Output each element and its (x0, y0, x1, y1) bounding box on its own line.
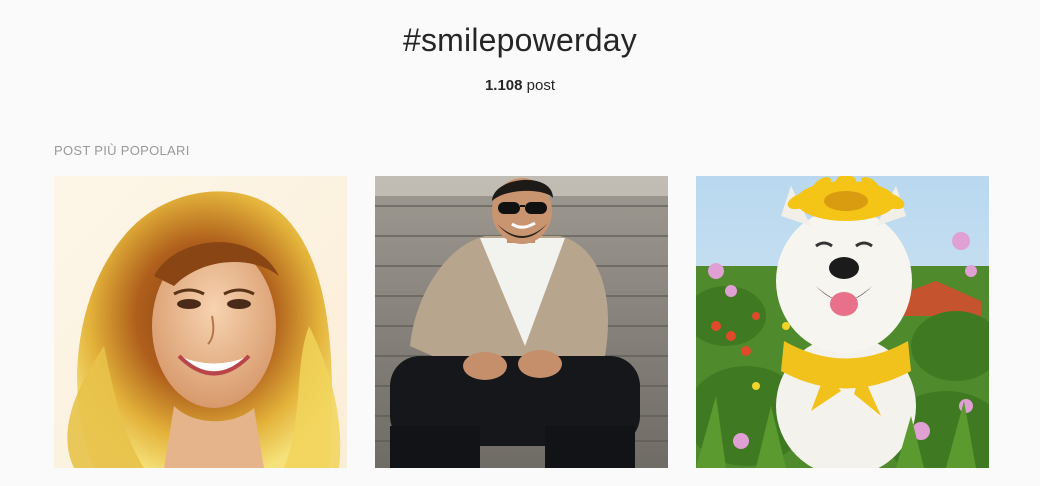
post-thumbnail-2[interactable] (375, 176, 668, 468)
post-image-man (375, 176, 668, 468)
top-posts-section-label: POST PIÙ POPOLARI (54, 143, 190, 158)
post-image-dog (696, 176, 989, 468)
post-thumbnail-1[interactable] (54, 176, 347, 468)
post-thumbnail-3[interactable] (696, 176, 989, 468)
post-count: 1.108 post (0, 77, 1040, 94)
post-count-suffix: post (522, 77, 556, 94)
hashtag-title: #smilepowerday (402, 22, 638, 58)
post-count-number: 1.108 (484, 77, 523, 94)
post-image-woman (54, 176, 347, 468)
top-posts-grid (54, 176, 989, 468)
